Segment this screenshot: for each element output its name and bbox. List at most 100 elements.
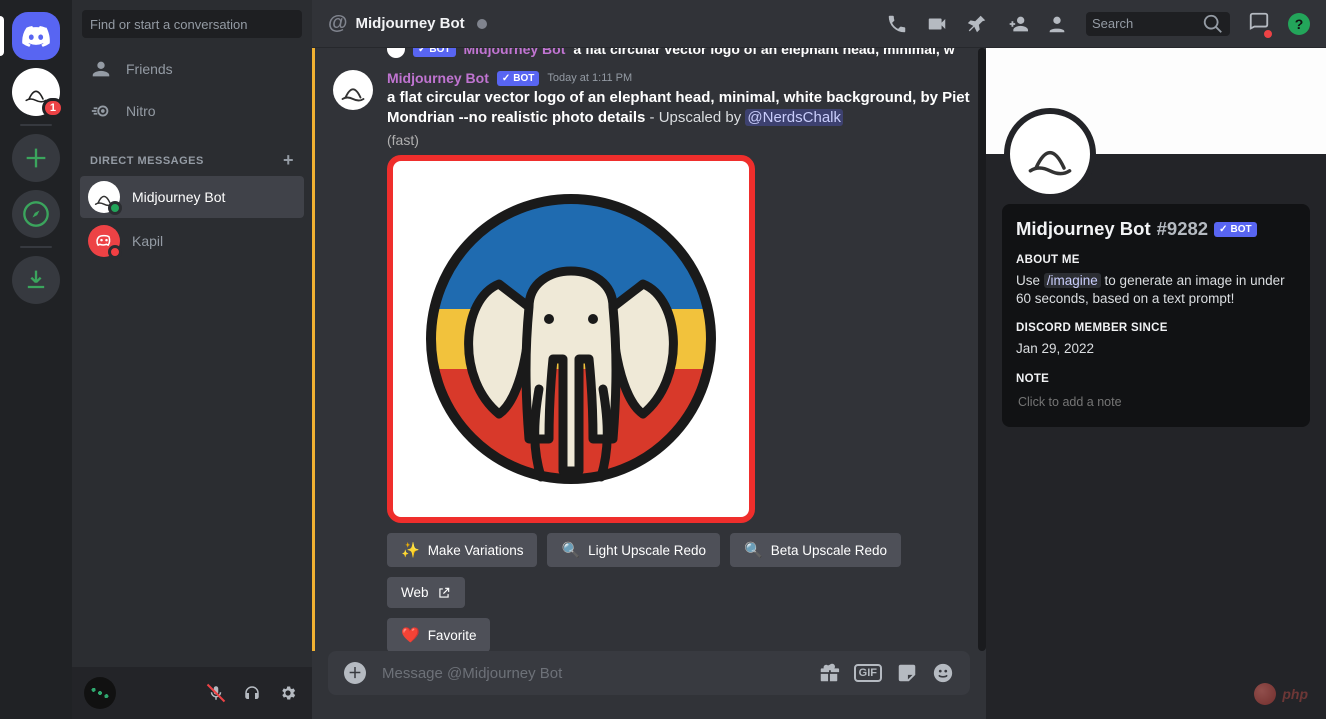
help-button[interactable]: ? bbox=[1288, 13, 1310, 35]
status-dnd-icon bbox=[108, 245, 122, 259]
compass-icon bbox=[22, 200, 50, 228]
microphone-icon bbox=[207, 684, 225, 702]
status-offline-icon bbox=[477, 19, 487, 29]
server-midjourney[interactable]: 1 bbox=[12, 68, 60, 116]
channel-title: Midjourney Bot bbox=[356, 15, 465, 32]
message-list[interactable]: ✓ BOT Midjourney Bot a flat circular vec… bbox=[312, 48, 986, 651]
server-rail: 1 bbox=[0, 0, 72, 719]
nitro-icon bbox=[90, 100, 112, 122]
dm-header-label: DIRECT MESSAGES bbox=[90, 155, 204, 167]
inbox-button[interactable] bbox=[1248, 11, 1270, 36]
headphones-icon bbox=[243, 684, 261, 702]
message: Midjourney Bot ✓ BOT Today at 1:11 PM a … bbox=[387, 48, 970, 651]
profile-discriminator: #9282 bbox=[1157, 218, 1208, 240]
member-since-date: Jan 29, 2022 bbox=[1016, 340, 1296, 358]
channel-header: @ Midjourney Bot Search ? bbox=[312, 0, 1326, 48]
avatar bbox=[88, 181, 120, 213]
bot-tag: ✓ BOT bbox=[497, 71, 540, 86]
note-input[interactable] bbox=[1016, 391, 1296, 413]
gift-icon[interactable] bbox=[818, 662, 840, 684]
heart-icon: ❤️ bbox=[401, 626, 420, 644]
deafen-button[interactable] bbox=[236, 677, 268, 709]
explore-button[interactable] bbox=[12, 190, 60, 238]
generated-image[interactable] bbox=[387, 155, 755, 523]
inbox-icon bbox=[1248, 11, 1270, 33]
author-name[interactable]: Midjourney Bot bbox=[387, 70, 489, 86]
download-apps-button[interactable] bbox=[12, 256, 60, 304]
message-composer[interactable]: ＋ Message @Midjourney Bot GIF bbox=[328, 651, 970, 695]
member-since-heading: DISCORD MEMBER SINCE bbox=[1016, 322, 1296, 334]
composer-placeholder: Message @Midjourney Bot bbox=[382, 665, 802, 682]
slash-command: /imagine bbox=[1044, 273, 1101, 288]
download-icon bbox=[22, 266, 50, 294]
nitro-link[interactable]: Nitro bbox=[80, 90, 304, 132]
midjourney-ship-icon bbox=[1022, 126, 1078, 182]
favorite-button[interactable]: ❤️ Favorite bbox=[387, 618, 490, 651]
about-text: Use /imagine to generate an image in und… bbox=[1016, 272, 1296, 308]
button-label: Favorite bbox=[428, 628, 477, 643]
plus-icon bbox=[22, 144, 50, 172]
sidebar-nav: Friends Nitro bbox=[72, 48, 312, 132]
dm-item-kapil[interactable]: Kapil bbox=[80, 220, 304, 262]
gear-icon bbox=[279, 684, 297, 702]
composer-actions: GIF bbox=[818, 662, 954, 684]
at-icon: @ bbox=[328, 12, 348, 35]
beta-upscale-button[interactable]: 🔍Beta Upscale Redo bbox=[730, 533, 901, 567]
add-friend-icon[interactable] bbox=[1006, 13, 1028, 35]
gif-button[interactable]: GIF bbox=[854, 664, 882, 682]
avatar bbox=[88, 225, 120, 257]
external-link-icon bbox=[437, 586, 451, 600]
user-chip[interactable] bbox=[80, 673, 196, 713]
friends-link[interactable]: Friends bbox=[80, 48, 304, 90]
midjourney-ship-icon bbox=[338, 75, 368, 105]
create-dm-button[interactable]: + bbox=[283, 150, 294, 171]
friends-label: Friends bbox=[126, 61, 173, 77]
magnifier-icon: 🔍 bbox=[561, 541, 580, 559]
sparkle-icon: ✨ bbox=[401, 541, 420, 559]
pin-icon[interactable] bbox=[966, 13, 988, 35]
user-panel bbox=[72, 667, 312, 719]
fast-suffix: (fast) bbox=[387, 131, 970, 150]
profile-body: Midjourney Bot #9282 ✓ BOT ABOUT ME Use /… bbox=[986, 154, 1326, 443]
find-conversation-placeholder: Find or start a conversation bbox=[90, 17, 248, 32]
dm-name: Midjourney Bot bbox=[132, 189, 225, 205]
rail-separator bbox=[20, 246, 52, 248]
magnifier-icon: 🔍 bbox=[744, 541, 763, 559]
message-timestamp: Today at 1:11 PM bbox=[547, 72, 632, 84]
friends-icon bbox=[90, 58, 112, 80]
search-placeholder: Search bbox=[1092, 16, 1133, 31]
action-row-2: Web bbox=[387, 577, 970, 608]
emoji-icon[interactable] bbox=[932, 662, 954, 684]
make-variations-button[interactable]: ✨ Make Variations bbox=[387, 533, 537, 567]
dm-item-midjourney[interactable]: Midjourney Bot bbox=[80, 176, 304, 218]
user-settings-button[interactable] bbox=[272, 677, 304, 709]
voice-call-icon[interactable] bbox=[886, 13, 908, 35]
profile-username: Midjourney Bot #9282 ✓ BOT bbox=[1016, 218, 1296, 240]
profile-avatar[interactable] bbox=[1004, 108, 1096, 200]
add-server-button[interactable] bbox=[12, 134, 60, 182]
profile-name-text: Midjourney Bot bbox=[1016, 218, 1151, 240]
button-label: Make Variations bbox=[428, 543, 524, 558]
elephant-logo-icon bbox=[421, 189, 721, 489]
web-button[interactable]: Web bbox=[387, 577, 465, 608]
video-call-icon[interactable] bbox=[926, 13, 948, 35]
bot-tag: ✓ BOT bbox=[1214, 222, 1257, 237]
user-mention[interactable]: @NerdsChalk bbox=[745, 109, 843, 126]
message-header: Midjourney Bot ✓ BOT Today at 1:11 PM bbox=[387, 70, 970, 86]
status-online-icon bbox=[108, 201, 122, 215]
about-heading: ABOUT ME bbox=[1016, 254, 1296, 266]
find-conversation-input[interactable]: Find or start a conversation bbox=[82, 10, 302, 38]
message-avatar[interactable] bbox=[333, 70, 373, 110]
user-avatar bbox=[84, 677, 116, 709]
attach-button[interactable]: ＋ bbox=[344, 662, 366, 684]
mute-button[interactable] bbox=[200, 677, 232, 709]
user-profile-icon[interactable] bbox=[1046, 13, 1068, 35]
server-badge: 1 bbox=[42, 98, 64, 118]
discord-logo-icon bbox=[22, 22, 50, 50]
home-button[interactable] bbox=[12, 12, 60, 60]
rail-separator bbox=[20, 124, 52, 126]
light-upscale-button[interactable]: 🔍Light Upscale Redo bbox=[547, 533, 720, 567]
action-row-3: ❤️ Favorite bbox=[387, 618, 970, 651]
sticker-icon[interactable] bbox=[896, 662, 918, 684]
search-input[interactable]: Search bbox=[1086, 12, 1230, 36]
